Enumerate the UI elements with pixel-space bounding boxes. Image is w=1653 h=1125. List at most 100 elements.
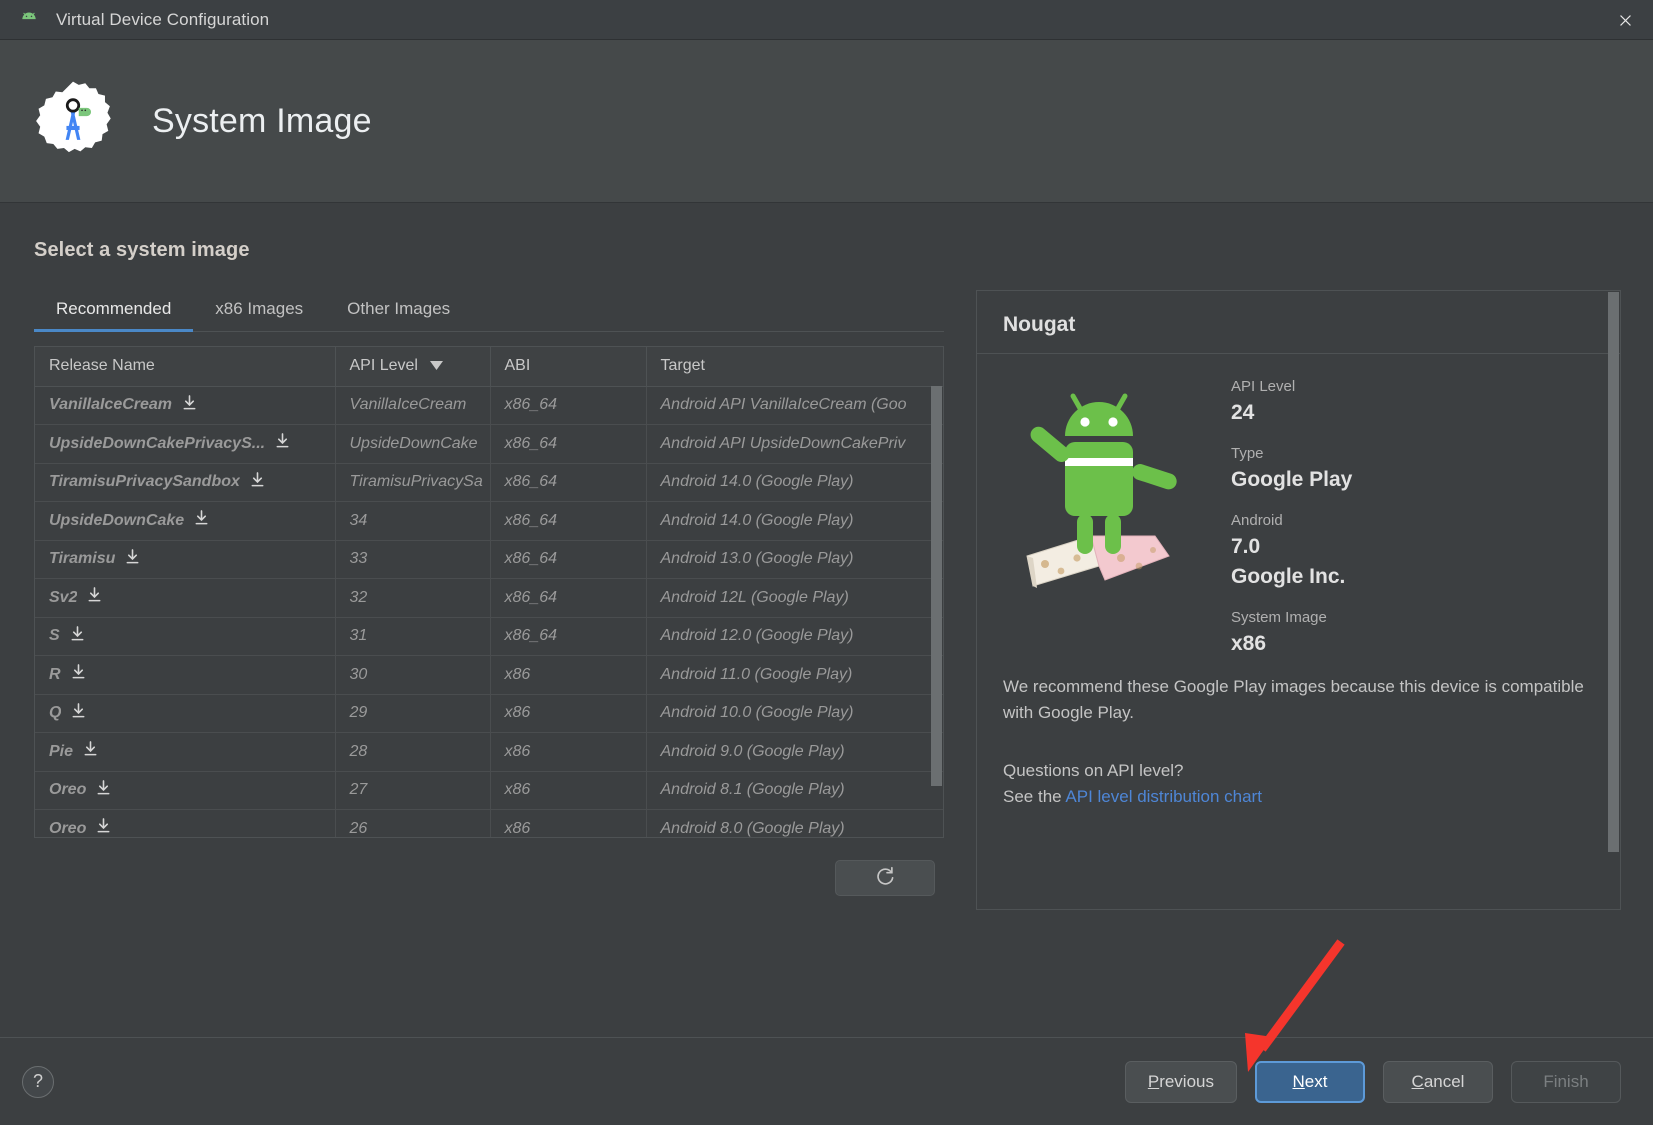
column-header-api-level-label: API Level [349, 357, 418, 375]
cell-api-level: UpsideDownCake [335, 424, 491, 464]
column-header-target[interactable]: Target [646, 347, 943, 387]
field-label-android: Android [1231, 512, 1283, 529]
cell-api-level: TiramisuPrivacySa [335, 463, 491, 502]
cell-target: Android 12L (Google Play) [646, 578, 943, 618]
download-icon[interactable] [194, 510, 209, 531]
download-icon[interactable] [71, 702, 86, 724]
cell-release-name: VanillaIceCream [35, 386, 336, 425]
download-icon[interactable] [96, 779, 111, 801]
column-header-api-level[interactable]: API Level [335, 347, 491, 387]
help-button[interactable]: ? [22, 1065, 54, 1098]
see-the-label: See the [1003, 786, 1066, 806]
close-icon[interactable] [1597, 0, 1653, 40]
field-value-type: Google Play [1231, 468, 1353, 491]
download-icon[interactable] [87, 587, 102, 608]
field-value-system-image: x86 [1231, 632, 1267, 655]
table-row[interactable]: Pie 28 x86 Android 9.0 (Google Play) [35, 732, 943, 772]
table-row[interactable]: Oreo 27 x86 Android 8.1 (Google Play) [35, 771, 943, 810]
table-scrollbar-thumb[interactable] [931, 386, 942, 786]
download-icon[interactable] [83, 741, 98, 762]
cell-api-level: 28 [335, 732, 491, 772]
cell-api-level: 32 [335, 578, 491, 618]
android-head-icon [18, 9, 40, 31]
previous-button-label: revious [1159, 1071, 1214, 1091]
column-header-release-name[interactable]: Release Name [35, 347, 336, 387]
previous-button[interactable]: Previous [1124, 1060, 1237, 1103]
download-icon[interactable] [182, 394, 197, 416]
refresh-row [34, 860, 944, 896]
cell-abi: x86_64 [490, 617, 647, 656]
tab-x86-images[interactable]: x86 Images [193, 299, 325, 331]
system-image-table-container: Release Name API Level ABI Target Vanill… [34, 346, 944, 838]
system-image-details-column: Nougat API Level 24 Type Google Play And… [944, 290, 1621, 1037]
details-vertical-scrollbar[interactable] [1608, 292, 1619, 908]
table-row[interactable]: Tiramisu 33 x86_64 Android 13.0 (Google Pla… [35, 540, 943, 579]
cell-release-name: S [35, 617, 336, 656]
table-row[interactable]: UpsideDownCakePrivacyS... UpsideDownCake x… [35, 424, 943, 464]
table-row[interactable]: TiramisuPrivacySandbox TiramisuPrivacySa x… [35, 463, 943, 502]
cell-release-name: TiramisuPrivacySandbox [35, 463, 336, 502]
sort-descending-icon [430, 357, 444, 375]
cell-abi: x86 [490, 655, 647, 695]
table-row[interactable]: Q 29 x86 Android 10.0 (Google Play) [35, 694, 943, 733]
system-image-table: Release Name API Level ABI Target Vanill… [35, 347, 943, 837]
cell-target: Android 14.0 (Google Play) [646, 463, 943, 502]
tab-recommended[interactable]: Recommended [34, 299, 194, 332]
page-title: System Image [152, 101, 372, 140]
table-row[interactable]: Oreo 26 x86 Android 8.0 (Google Play) [35, 809, 943, 837]
cell-release-name: UpsideDownCake [35, 501, 336, 541]
wizard-body: Select a system image Recommended x86 Im… [0, 203, 1653, 1037]
table-row[interactable]: S 31 x86_64 Android 12.0 (Google Play) [35, 617, 943, 656]
cancel-button[interactable]: Cancel [1383, 1060, 1493, 1103]
cell-release-name: Oreo [35, 771, 336, 810]
table-header-row: Release Name API Level ABI Target [35, 347, 943, 387]
cell-release-name: R [35, 655, 336, 695]
cell-release-name: Tiramisu [35, 540, 336, 579]
download-icon[interactable] [96, 818, 111, 837]
cell-api-level: 30 [335, 655, 491, 695]
details-header: Nougat [977, 291, 1620, 354]
cell-api-level: VanillaIceCream [335, 386, 491, 425]
cell-api-level: 33 [335, 540, 491, 579]
cell-target: Android 8.0 (Google Play) [646, 809, 943, 837]
finish-button: Finish [1511, 1060, 1621, 1103]
cell-api-level: 34 [335, 501, 491, 541]
api-chart-line: See the API level distribution chart [977, 781, 1620, 807]
virtual-device-configuration-window: Virtual Device Configuration System Imag… [0, 0, 1653, 1125]
table-row[interactable]: VanillaIceCream VanillaIceCream x86_64 Andr… [35, 386, 943, 425]
cell-target: Android 10.0 (Google Play) [646, 694, 943, 733]
field-label-type: Type [1231, 445, 1264, 462]
download-icon[interactable] [125, 548, 140, 570]
cell-release-name: UpsideDownCakePrivacyS... [35, 424, 336, 464]
details-fields: API Level 24 Type Google Play Android 7.… [1203, 378, 1594, 656]
next-button[interactable]: Next [1255, 1060, 1365, 1103]
cell-abi: x86_64 [490, 424, 647, 464]
cell-abi: x86 [490, 771, 647, 810]
refresh-button[interactable] [835, 860, 935, 896]
download-icon[interactable] [70, 625, 85, 647]
android-nougat-mascot [1003, 378, 1203, 656]
field-value-vendor: Google Inc. [1231, 565, 1346, 588]
cell-abi: x86_64 [490, 463, 647, 502]
field-label-api-level: API Level [1231, 378, 1296, 395]
cell-abi: x86 [490, 732, 647, 772]
column-header-abi[interactable]: ABI [490, 347, 647, 387]
cell-abi: x86 [490, 694, 647, 733]
table-row[interactable]: UpsideDownCake 34 x86_64 Android 14.0 (Goog… [35, 501, 943, 541]
table-vertical-scrollbar[interactable] [931, 386, 942, 789]
api-level-distribution-chart-link[interactable]: API level distribution chart [1065, 787, 1262, 806]
table-row[interactable]: R 30 x86 Android 11.0 (Google Play) [35, 655, 943, 695]
previous-button-mnemonic: P [1147, 1071, 1160, 1091]
download-icon[interactable] [275, 433, 290, 454]
details-scrollbar-thumb[interactable] [1608, 292, 1619, 852]
table-row[interactable]: Sv2 32 x86_64 Android 12L (Google Play) [35, 578, 943, 618]
field-value-android-version: 7.0 [1231, 535, 1261, 558]
cell-target: Android 11.0 (Google Play) [646, 655, 943, 695]
download-icon[interactable] [71, 664, 86, 685]
cell-abi: x86_64 [490, 386, 647, 425]
cell-target: Android API UpsideDownCakePriv [646, 424, 943, 464]
cell-release-name: Pie [35, 732, 336, 772]
tab-other-images[interactable]: Other Images [325, 299, 472, 331]
android-studio-logo [32, 80, 114, 162]
download-icon[interactable] [250, 471, 265, 493]
